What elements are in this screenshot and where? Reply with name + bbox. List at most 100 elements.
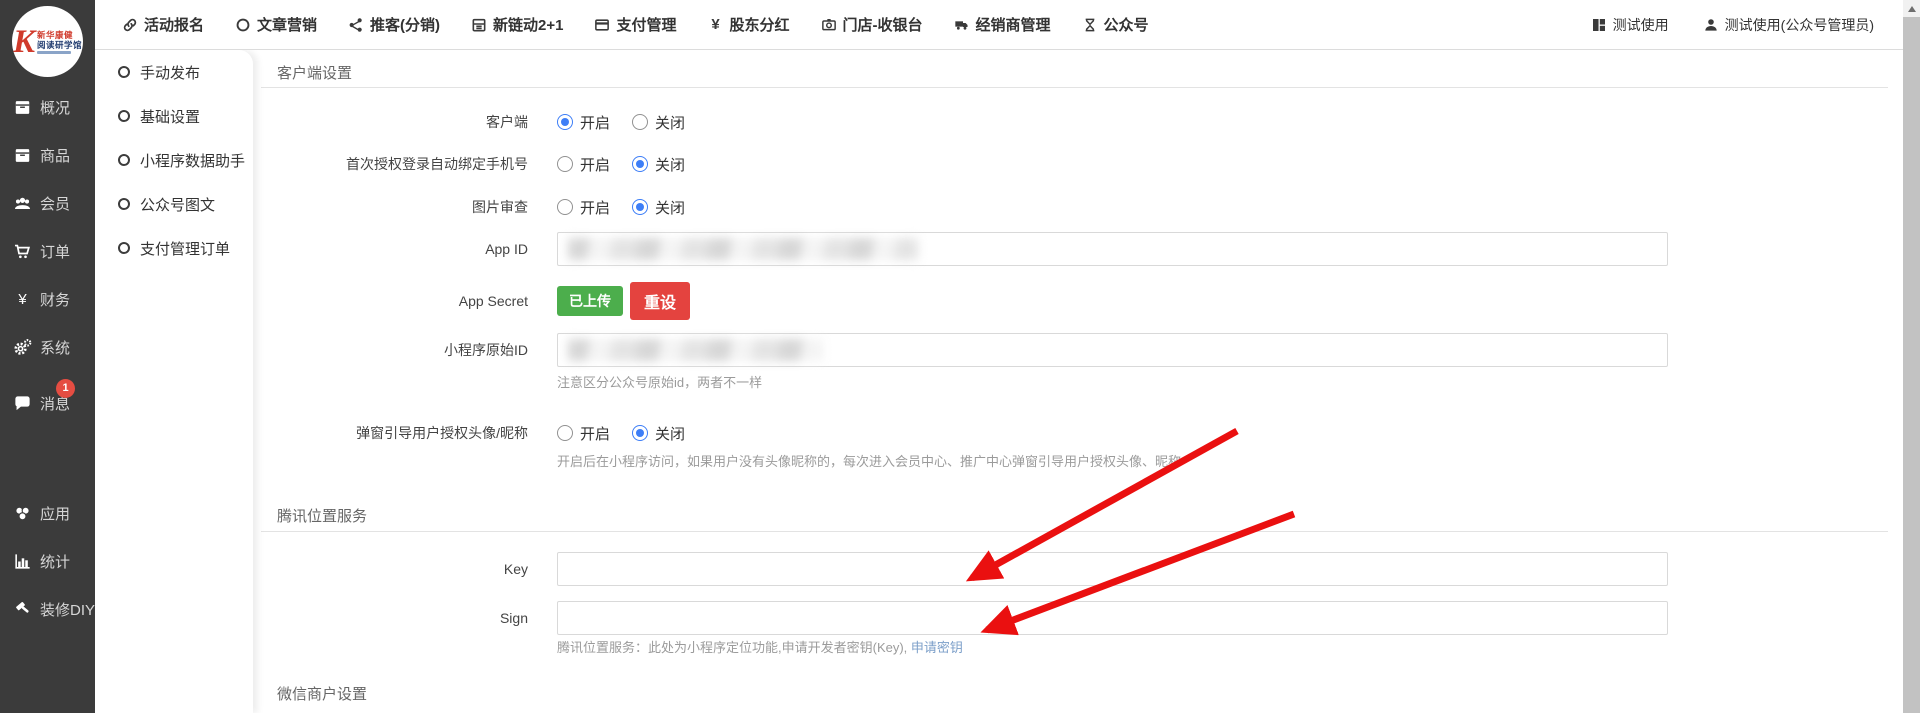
topnav-item-label: 公众号	[1104, 14, 1149, 35]
field-control: 已上传重设	[557, 282, 690, 320]
topnav-item[interactable]: 支付管理	[594, 14, 676, 35]
field-control	[557, 601, 1668, 635]
uploaded-button[interactable]: 已上传	[557, 286, 623, 316]
radio-option-label[interactable]: 关闭	[655, 154, 685, 175]
client-radio-row: 客户端开启关闭	[253, 110, 707, 134]
radio-option-label[interactable]: 开启	[580, 154, 610, 175]
store-icon	[821, 17, 837, 33]
topnav-item-label: 推客(分销)	[370, 14, 440, 35]
chart-icon	[13, 552, 32, 571]
radio-unchecked-option1[interactable]	[632, 114, 648, 130]
card-icon	[594, 17, 610, 33]
section-title: 微信商户设置	[277, 683, 367, 704]
sidebar-item-box-1[interactable]: 商品	[0, 131, 95, 179]
topnav-item[interactable]: ¥股东分红	[708, 14, 790, 35]
sign-input[interactable]	[557, 601, 1668, 635]
sidebar-item-label: 系统	[40, 337, 70, 358]
secondary-sidebar: 手动发布基础设置小程序数据助手公众号图文支付管理订单	[95, 50, 253, 713]
radio-checked-option1[interactable]	[632, 156, 648, 172]
topnav-item-label: 活动报名	[144, 14, 204, 35]
radio-unchecked-option0[interactable]	[557, 199, 573, 215]
topnav-item-label: 经销商管理	[976, 14, 1051, 35]
logo-text: 新华康健 阅读研学馆	[37, 31, 82, 55]
field-label: Key	[253, 552, 528, 586]
radio-checked-option1[interactable]	[632, 199, 648, 215]
sidebar-item-gears-5[interactable]: 系统	[0, 323, 95, 371]
topnav-item[interactable]: 推客(分销)	[348, 14, 440, 35]
app-id-input[interactable]	[557, 232, 1668, 266]
top-bar-right: 测试使用 测试使用(公众号管理员)	[1591, 15, 1920, 35]
box-icon	[13, 146, 32, 165]
radio-option-label[interactable]: 开启	[580, 423, 610, 444]
field-note: 开启后在小程序访问，如果用户没有头像昵称的，每次进入会员中心、推广中心弹窗引导用…	[557, 451, 1181, 470]
scrollbar-up-arrow-icon[interactable]	[1903, 0, 1920, 17]
sidebar-item-yen-4[interactable]: ¥财务	[0, 275, 95, 323]
settings-content: 客户端设置腾讯位置服务微信商户设置客户端开启关闭首次授权登录自动绑定手机号开启关…	[253, 0, 1892, 713]
hourglass-icon	[1082, 17, 1098, 33]
sidebar-group-tools: 应用统计装修DIY	[0, 489, 95, 633]
sidebar-item-cart-3[interactable]: 订单	[0, 227, 95, 275]
radio-unchecked-option0[interactable]	[557, 425, 573, 441]
topnav-item[interactable]: 活动报名	[122, 14, 204, 35]
radio-unchecked-option0[interactable]	[557, 156, 573, 172]
sidebar-item-box-0[interactable]: 概况	[0, 83, 95, 131]
original-id-input[interactable]	[557, 333, 1668, 367]
radio-checked-option1[interactable]	[632, 425, 648, 441]
yen-icon-glyph: ¥	[711, 17, 719, 32]
sidebar-item-apps-0[interactable]: 应用	[0, 489, 95, 537]
sidebar-item-label: 应用	[40, 503, 70, 524]
topnav-item[interactable]: 公众号	[1082, 14, 1149, 35]
avatar-popup-radio-row: 弹窗引导用户授权头像/昵称开启关闭	[253, 421, 707, 445]
yen-icon: ¥	[708, 17, 724, 33]
submenu-item[interactable]: 基础设置	[95, 94, 253, 138]
radio-option-label[interactable]: 关闭	[655, 197, 685, 218]
sidebar-item-chart-1[interactable]: 统计	[0, 537, 95, 585]
gears-icon	[13, 338, 32, 357]
scrollbar-thumb[interactable]	[1903, 17, 1920, 713]
circle-icon	[235, 17, 251, 33]
topbar-right-item[interactable]: 测试使用(公众号管理员)	[1703, 15, 1874, 35]
topnav-item[interactable]: 文章营销	[235, 14, 317, 35]
redacted-value	[568, 238, 918, 260]
field-control: 开启 关闭	[557, 152, 707, 176]
submenu-item[interactable]: 公众号图文	[95, 182, 253, 226]
sidebar-item-users-2[interactable]: 会员	[0, 179, 95, 227]
scrollbar[interactable]	[1903, 0, 1920, 713]
topbar-right-item-label: 测试使用(公众号管理员)	[1725, 15, 1874, 35]
topnav-item-label: 文章营销	[257, 14, 317, 35]
radio-option-label[interactable]: 开启	[580, 197, 610, 218]
topbar-right-item[interactable]: 测试使用	[1591, 15, 1669, 35]
apply-key-link[interactable]: 申请密钥	[911, 640, 963, 655]
radio-option-label[interactable]: 关闭	[655, 112, 685, 133]
submenu-item[interactable]: 支付管理订单	[95, 226, 253, 270]
radio-option-label[interactable]: 开启	[580, 112, 610, 133]
reset-button[interactable]: 重设	[630, 282, 690, 320]
notification-badge: 1	[56, 379, 75, 398]
sidebar-group-main: 概况商品会员订单¥财务系统消息1	[0, 83, 95, 427]
topnav-item[interactable]: 门店-收银台	[821, 14, 923, 35]
field-control	[557, 232, 1668, 266]
field-label: App Secret	[253, 282, 528, 320]
submenu-item-label: 基础设置	[140, 106, 200, 127]
brand-logo: K 新华康健 阅读研学馆	[12, 6, 83, 77]
radio-checked-option0[interactable]	[557, 114, 573, 130]
image-review-radio-row: 图片审查开启关闭	[253, 195, 707, 219]
topnav-item[interactable]: 经销商管理	[954, 14, 1051, 35]
sidebar-item-label: 统计	[40, 551, 70, 572]
topnav-item[interactable]: 新链动2+1	[471, 14, 563, 35]
sidebar-item-label: 装修DIY	[40, 599, 95, 620]
circle-bullet-icon	[118, 66, 130, 78]
sidebar-item-comment-6[interactable]: 消息1	[0, 379, 95, 427]
radio-option-label[interactable]: 关闭	[655, 423, 685, 444]
submenu-item[interactable]: 小程序数据助手	[95, 138, 253, 182]
field-label: Sign	[253, 601, 528, 635]
sidebar-item-label: 概况	[40, 97, 70, 118]
key-row: Key	[253, 552, 1668, 586]
link-icon	[122, 17, 138, 33]
sidebar-item-gavel-2[interactable]: 装修DIY	[0, 585, 95, 633]
brand-logo-inner: K 新华康健 阅读研学馆	[13, 26, 82, 59]
submenu-item[interactable]: 手动发布	[95, 50, 253, 94]
chain-grid-icon	[471, 17, 487, 33]
key-input[interactable]	[557, 552, 1668, 586]
apps-icon	[13, 504, 32, 523]
